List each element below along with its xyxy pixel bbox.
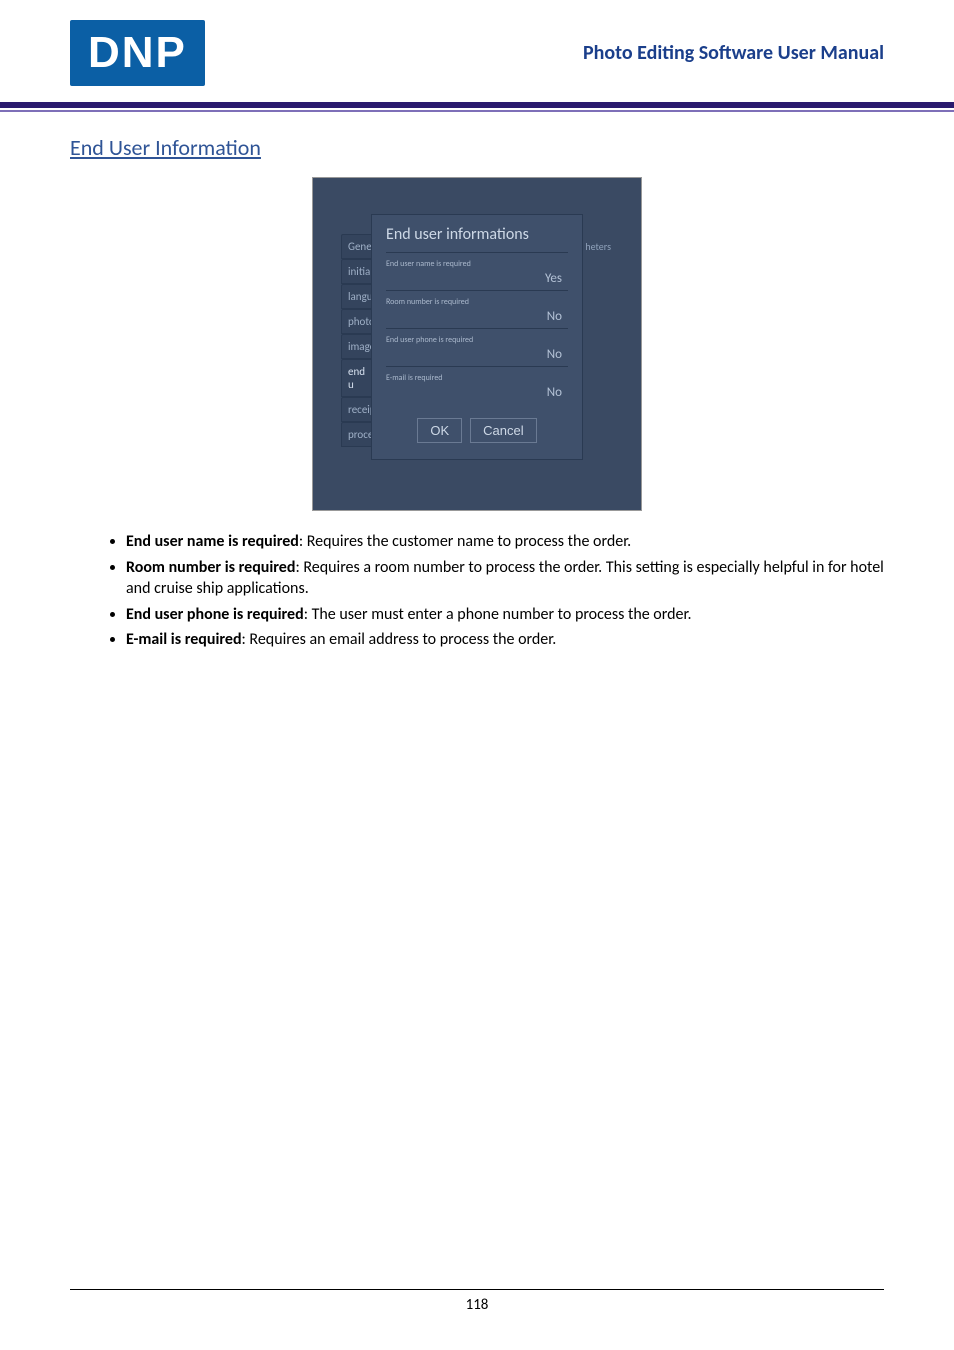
setting-row-phone[interactable]: End user phone is required No	[386, 328, 568, 366]
setting-label: Room number is required	[386, 297, 568, 307]
bullet-rest: : Requires the customer name to process …	[299, 532, 631, 551]
page-header: DNP Photo Editing Software User Manual	[70, 20, 884, 102]
bullet-bold: E-mail is required	[126, 630, 242, 649]
setting-row-name[interactable]: End user name is required Yes	[386, 252, 568, 290]
screenshot-container: heters Gener initial langu photo image e…	[70, 177, 884, 511]
ok-button[interactable]: OK	[417, 418, 462, 443]
setting-value: No	[386, 347, 568, 362]
setting-label: E-mail is required	[386, 373, 568, 383]
setting-label: End user name is required	[386, 259, 568, 269]
section-title: End User Information	[70, 134, 884, 161]
setting-row-room[interactable]: Room number is required No	[386, 290, 568, 328]
list-item: End user name is required: Requires the …	[126, 531, 884, 553]
bullet-rest: : Requires an email address to process t…	[242, 630, 557, 649]
setting-value: Yes	[386, 271, 568, 286]
bullet-bold: Room number is required	[126, 558, 295, 577]
list-item: End user phone is required: The user mus…	[126, 604, 884, 626]
panel-title: End user informations	[386, 225, 568, 244]
page-number: 118	[70, 1296, 884, 1314]
list-item: Room number is required: Requires a room…	[126, 557, 884, 600]
setting-label: End user phone is required	[386, 335, 568, 345]
setting-row-email[interactable]: E-mail is required No	[386, 366, 568, 404]
setting-value: No	[386, 385, 568, 400]
settings-dialog-screenshot: heters Gener initial langu photo image e…	[312, 177, 642, 511]
logo-text: DNP	[70, 20, 205, 86]
header-divider	[0, 102, 954, 112]
cancel-button[interactable]: Cancel	[470, 418, 536, 443]
header-title: Photo Editing Software User Manual	[583, 41, 884, 65]
bullet-bold: End user phone is required	[126, 605, 304, 624]
bullet-bold: End user name is required	[126, 532, 299, 551]
page-footer: 118	[70, 1289, 884, 1314]
list-item: E-mail is required: Requires an email ad…	[126, 629, 884, 651]
description-list: End user name is required: Requires the …	[70, 531, 884, 651]
truncated-text-fragment: heters	[585, 240, 611, 253]
footer-divider	[70, 1289, 884, 1290]
end-user-info-panel: End user informations End user name is r…	[371, 214, 583, 460]
dialog-buttons: OK Cancel	[386, 418, 568, 443]
logo: DNP	[70, 20, 205, 86]
setting-value: No	[386, 309, 568, 324]
bullet-rest: : The user must enter a phone number to …	[304, 605, 692, 624]
